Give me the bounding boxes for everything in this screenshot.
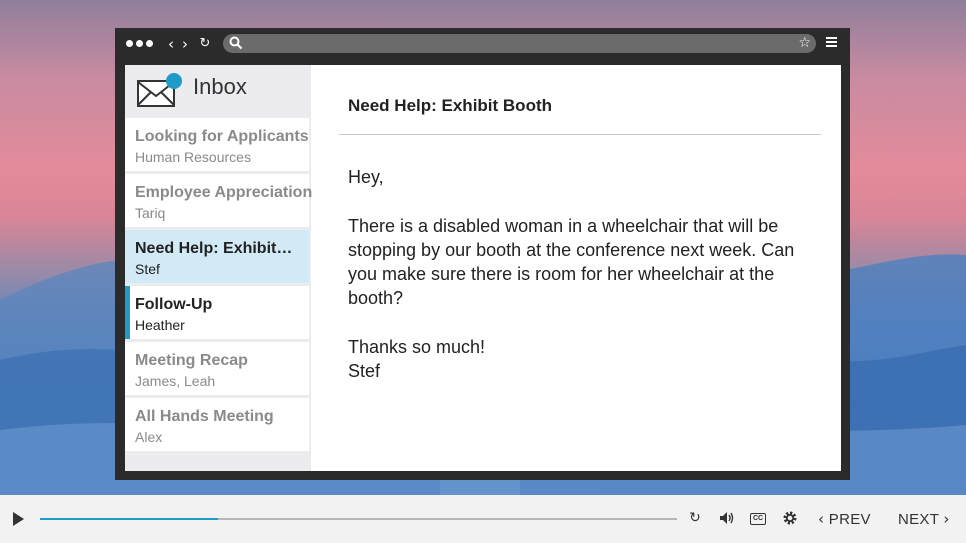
inbox-sidebar: Inbox Looking for Applicants Human Resou… (125, 65, 313, 471)
message-greeting: Hey, (348, 167, 384, 187)
menu-icon[interactable] (826, 37, 837, 49)
mail-subject: Follow-Up (135, 296, 213, 313)
list-item[interactable]: Looking for Applicants Human Resources (125, 118, 309, 171)
address-bar[interactable]: ☆ (223, 34, 816, 53)
settings-icon[interactable] (780, 508, 800, 532)
window-dots-icon[interactable] (126, 40, 153, 47)
message-signature: Stef (348, 361, 381, 382)
next-label: NEXT (898, 511, 939, 528)
next-button[interactable]: NEXT › (898, 510, 950, 528)
star-icon[interactable]: ☆ (798, 35, 811, 52)
mail-subject: Employee Appreciation (135, 184, 313, 201)
prev-button[interactable]: ‹ PREV (818, 510, 871, 528)
play-icon[interactable] (13, 512, 24, 526)
mail-subject: Need Help: Exhibit… (135, 240, 293, 257)
mail-sender: Heather (135, 317, 185, 333)
volume-icon[interactable] (717, 508, 737, 531)
list-item-unread[interactable]: Follow-Up Heather (125, 286, 309, 339)
prev-label: PREV (828, 511, 871, 528)
browser-toolbar: ‹ › ↻ ☆ (115, 28, 850, 60)
divider (339, 134, 821, 135)
envelope-notification-icon (136, 73, 184, 114)
player-controls-bar: ↻ CC ‹ PREV NEXT › (0, 495, 966, 543)
mail-subject: Meeting Recap (135, 352, 248, 369)
progress-fill (40, 518, 219, 520)
list-item[interactable]: Employee Appreciation Tariq (125, 174, 313, 227)
mail-sender: Stef (135, 261, 160, 277)
message-subject: Need Help: Exhibit Booth (348, 96, 552, 115)
inbox-header: Inbox (125, 65, 311, 117)
forward-icon[interactable]: › (177, 34, 193, 54)
message-body: Hey, There is a disabled woman in a whee… (348, 165, 818, 384)
list-item[interactable]: Meeting Recap James, Leah (125, 342, 309, 395)
message-paragraph: There is a disabled woman in a wheelchai… (348, 215, 795, 309)
closed-captions-icon[interactable]: CC (750, 513, 766, 525)
mail-sender: Human Resources (135, 149, 251, 165)
browser-window: ‹ › ↻ ☆ Inbox Looking for Applicants Hum… (115, 28, 850, 480)
list-item-selected[interactable]: Need Help: Exhibit… Stef (125, 230, 309, 283)
inbox-title: Inbox (193, 74, 247, 99)
search-icon (229, 36, 243, 55)
list-item[interactable]: All Hands Meeting Alex (125, 398, 309, 451)
message-reader: Need Help: Exhibit Booth Hey, There is a… (311, 65, 841, 471)
mail-sender: Tariq (135, 205, 166, 221)
progress-bar[interactable] (40, 518, 677, 520)
replay-icon[interactable]: ↻ (686, 508, 704, 528)
chevron-left-icon: ‹ (818, 510, 825, 528)
mail-list: Looking for Applicants Human Resources E… (125, 118, 313, 454)
email-client: Inbox Looking for Applicants Human Resou… (125, 65, 841, 471)
mail-sender: James, Leah (135, 373, 216, 389)
reload-icon[interactable]: ↻ (197, 34, 213, 54)
mail-subject: All Hands Meeting (135, 408, 274, 425)
message-closing: Thanks so much! (348, 337, 486, 358)
mail-sender: Alex (135, 429, 163, 445)
chevron-right-icon: › (943, 510, 950, 528)
mail-subject: Looking for Applicants (135, 128, 309, 145)
